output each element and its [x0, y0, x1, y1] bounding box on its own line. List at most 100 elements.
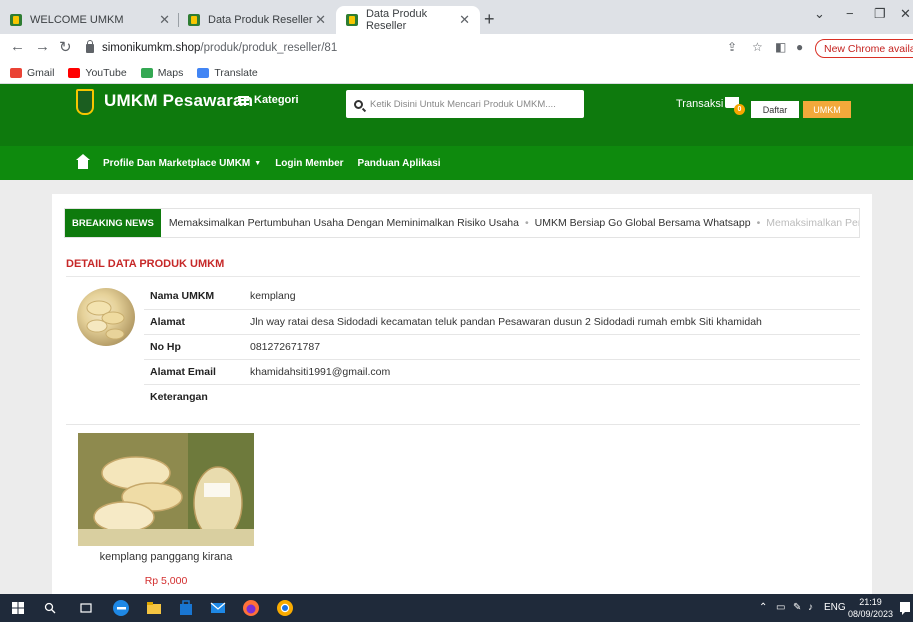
- windows-start-icon[interactable]: [12, 602, 24, 614]
- umkm-avatar: [77, 288, 135, 346]
- restore-icon[interactable]: ❐: [874, 6, 886, 22]
- section-divider: [66, 424, 860, 425]
- bookmark-label: YouTube: [85, 66, 127, 79]
- url-path: /produk/produk_reseller/81: [200, 42, 338, 54]
- tab-close-icon[interactable]: ✕: [459, 12, 470, 28]
- kategori-label: Kategori: [254, 94, 299, 106]
- daftar-button[interactable]: Daftar: [751, 101, 799, 118]
- kategori-menu-button[interactable]: Kategori: [238, 94, 299, 106]
- browser-toolbar: ← → ↻ simonikumkm.shop/produk/produk_res…: [0, 34, 913, 62]
- umkm-button[interactable]: UMKM: [803, 101, 851, 118]
- window-close-icon[interactable]: ✕: [900, 6, 911, 22]
- nav-label: Profile Dan Marketplace UMKM: [103, 157, 251, 169]
- search-icon[interactable]: [44, 602, 56, 614]
- nav-profile-marketplace[interactable]: Profile Dan Marketplace UMKM ▼: [103, 158, 261, 169]
- chrome-icon[interactable]: [276, 599, 294, 617]
- news-item[interactable]: Memaksimalkan Pertumbuhan Usaha Dengan M…: [169, 217, 519, 229]
- share-icon[interactable]: ⇪: [727, 40, 737, 54]
- nav-login-member[interactable]: Login Member: [275, 158, 343, 169]
- profile-avatar-icon[interactable]: ●: [796, 40, 803, 54]
- volume-icon[interactable]: ♪: [808, 602, 813, 613]
- bookmark-star-icon[interactable]: ☆: [752, 40, 763, 54]
- minimize-icon[interactable]: −: [846, 6, 854, 21]
- product-image[interactable]: [78, 433, 254, 546]
- cart-count-badge: 0: [734, 104, 745, 115]
- pen-icon[interactable]: ✎: [793, 602, 801, 613]
- product-search-input[interactable]: [370, 98, 575, 110]
- bookmark-youtube[interactable]: YouTube: [68, 66, 127, 79]
- product-price: Rp 5,000: [144, 575, 188, 587]
- bookmark-translate[interactable]: Translate: [197, 67, 258, 79]
- bookmark-gmail[interactable]: Gmail: [10, 67, 54, 79]
- product-name[interactable]: kemplang panggang kirana: [66, 551, 266, 563]
- back-arrow-icon[interactable]: ←: [10, 38, 25, 55]
- store-icon[interactable]: [178, 600, 194, 616]
- detail-value: [244, 384, 860, 410]
- main-nav: Profile Dan Marketplace UMKM ▼ Login Memb…: [0, 146, 913, 180]
- detail-key: Nama UMKM: [144, 284, 244, 310]
- site-title[interactable]: UMKM Pesawaran: [104, 91, 253, 111]
- search-box: [346, 90, 584, 118]
- pesawaran-logo-icon[interactable]: [76, 89, 94, 115]
- browser-tab-reseller-1[interactable]: Data Produk Reseller ✕: [178, 6, 336, 34]
- nav-panduan-aplikasi[interactable]: Panduan Aplikasi: [358, 158, 441, 169]
- tray-chevron-up-icon[interactable]: ⌃: [759, 602, 767, 613]
- firefox-icon[interactable]: [242, 599, 260, 617]
- clock-time: 21:19: [859, 597, 882, 607]
- language-indicator[interactable]: ENG: [824, 602, 846, 613]
- new-tab-plus-icon[interactable]: +: [484, 9, 495, 30]
- gmail-icon: [10, 67, 22, 78]
- umkm-favicon-icon: [188, 14, 200, 26]
- detail-value: kemplang: [244, 284, 860, 310]
- bookmarks-bar: Gmail YouTube Maps Translate: [0, 62, 913, 84]
- home-icon[interactable]: [76, 154, 90, 169]
- lock-icon: [86, 39, 94, 53]
- news-item[interactable]: UMKM Bersiap Go Global Bersama Whatsapp: [535, 217, 751, 229]
- address-bar[interactable]: simonikumkm.shop/produk/produk_reseller/…: [86, 37, 766, 59]
- detail-key: Alamat: [144, 309, 244, 335]
- news-item[interactable]: Memaksimalkan Pertumbuhan Usaha Dengan M…: [766, 217, 859, 229]
- main-content: BREAKING NEWS Memaksimalkan Pertumbuhan …: [52, 194, 872, 594]
- clock-date: 08/09/2023: [848, 609, 894, 619]
- browser-tab-welcome[interactable]: WELCOME UMKM ✕: [0, 6, 180, 34]
- detail-value: Jln way ratai desa Sidodadi kecamatan te…: [244, 309, 860, 335]
- system-clock[interactable]: 21:19 08/09/2023: [848, 596, 893, 620]
- transaksi-link[interactable]: Transaksi: [676, 98, 723, 110]
- bookmark-label: Gmail: [27, 66, 55, 79]
- tab-search-chevron-icon[interactable]: ⌄: [814, 6, 825, 22]
- side-panel-icon[interactable]: ◧: [775, 40, 786, 54]
- tab-close-icon[interactable]: ✕: [159, 12, 170, 28]
- tab-title: Data Produk Reseller: [208, 14, 313, 26]
- detail-key: Keterangan: [150, 391, 208, 404]
- ticker-separator: •: [524, 217, 529, 229]
- tab-close-icon[interactable]: ✕: [315, 12, 326, 28]
- chrome-update-button[interactable]: New Chrome available: [815, 39, 913, 58]
- page-viewport: UMKM Pesawaran Kategori Transaksi 0 Daft…: [0, 84, 913, 594]
- detail-key: No Hp: [144, 334, 244, 360]
- url-domain: simonikumkm.shop: [102, 42, 201, 54]
- section-title: DETAIL DATA PRODUK UMKM: [66, 258, 225, 270]
- hamburger-icon: [238, 95, 249, 105]
- bookmark-maps[interactable]: Maps: [140, 66, 184, 79]
- reload-icon[interactable]: ↻: [59, 38, 72, 56]
- browser-tab-reseller-active[interactable]: Data Produk Reseller ✕: [336, 6, 480, 34]
- youtube-icon: [68, 67, 81, 78]
- tab-title: Data Produk Reseller: [365, 8, 428, 32]
- mail-icon[interactable]: [210, 600, 226, 616]
- network-icon[interactable]: ▭: [776, 602, 785, 613]
- search-icon[interactable]: [354, 99, 363, 109]
- table-row: Alamat Jln way ratai desa Sidodadi kecam…: [144, 309, 860, 335]
- table-row: Nama UMKM kemplang: [144, 284, 860, 310]
- bookmark-label: Maps: [157, 66, 184, 79]
- file-explorer-icon[interactable]: [146, 600, 162, 616]
- notification-icon[interactable]: [899, 601, 911, 615]
- edge-browser-icon[interactable]: [112, 599, 130, 617]
- cart-button[interactable]: 0: [722, 95, 746, 115]
- maps-icon: [140, 67, 153, 78]
- detail-key: Alamat Email: [144, 359, 244, 385]
- tab-title: WELCOME UMKM: [30, 14, 124, 26]
- news-ticker: Memaksimalkan Pertumbuhan Usaha Dengan M…: [161, 217, 859, 229]
- task-view-icon[interactable]: [80, 602, 92, 614]
- forward-arrow-icon[interactable]: →: [35, 38, 50, 55]
- breaking-news-bar: BREAKING NEWS Memaksimalkan Pertumbuhan …: [64, 208, 860, 238]
